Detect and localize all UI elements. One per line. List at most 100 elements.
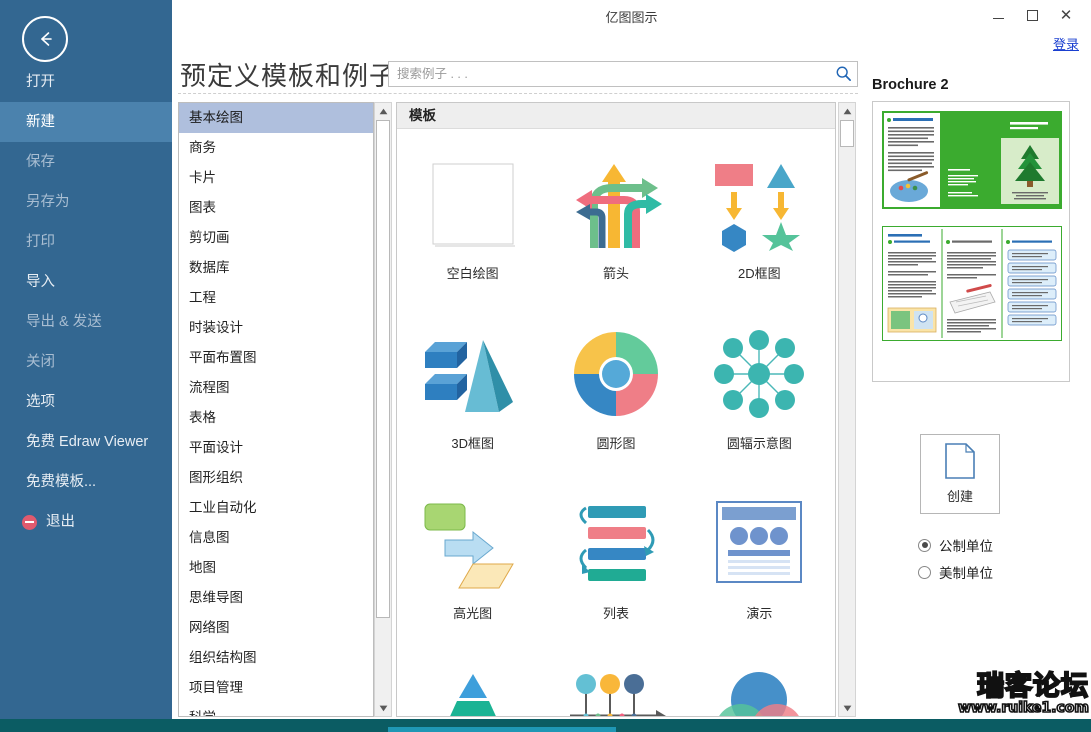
template-card-timeline[interactable] (544, 647, 687, 716)
template-label: 圆辐示意图 (726, 436, 792, 451)
category-list-scrollbar[interactable] (374, 102, 392, 717)
circular-chart-thumb (561, 319, 671, 429)
template-label: 空白绘图 (446, 266, 499, 281)
back-arrow-icon[interactable] (22, 16, 68, 62)
presentation-thumb (704, 489, 814, 599)
template-label: 3D框图 (451, 436, 494, 451)
list-thumb (561, 489, 671, 599)
sidebar-item-open[interactable]: 打开 (0, 62, 172, 102)
arrows-thumb (561, 149, 671, 259)
template-card-blank-drawing[interactable]: 空白绘图 (401, 137, 544, 307)
sidebar-item-print[interactable]: 打印 (0, 222, 172, 262)
category-label: 平面布置图 (189, 350, 257, 365)
scrollbar-thumb[interactable] (376, 120, 390, 618)
category-item-mind-map[interactable]: 思维导图 (179, 583, 373, 613)
category-label: 基本绘图 (189, 110, 243, 125)
preview-title: Brochure 2 (872, 77, 949, 93)
sidebar-item-free-edraw-viewer[interactable]: 免费 Edraw Viewer (0, 422, 172, 462)
unit-option-label: 公制单位 (939, 539, 993, 554)
category-item-graphic-organizer[interactable]: 图形组织 (179, 463, 373, 493)
sidebar-item-label: 免费模板... (26, 474, 97, 490)
minimize-button[interactable] (981, 1, 1015, 29)
category-label: 图形组织 (189, 470, 243, 485)
category-item-network-diagram[interactable]: 网络图 (179, 613, 373, 643)
unit-option-metric[interactable]: 公制单位 (918, 535, 993, 555)
unit-option-imperial[interactable]: 美制单位 (918, 562, 993, 582)
search-box[interactable] (388, 61, 858, 87)
template-card-arrows[interactable]: 箭头 (544, 137, 687, 307)
sidebar-item-close[interactable]: 关闭 (0, 342, 172, 382)
template-card-presentation[interactable]: 演示 (688, 477, 831, 647)
close-icon: ✕ (1059, 5, 1073, 24)
template-card-venn[interactable] (688, 647, 831, 716)
category-label: 信息图 (189, 530, 230, 545)
backstage-nav-list: 打开 新建 保存 另存为 打印 导入 导出 & 发送 关闭 选项 免费 Edra… (0, 62, 172, 542)
sidebar-item-import[interactable]: 导入 (0, 262, 172, 302)
maximize-button[interactable] (1015, 1, 1049, 29)
category-item-map[interactable]: 地图 (179, 553, 373, 583)
window-controls: ✕ (981, 0, 1083, 30)
template-card-3d-block[interactable]: 3D框图 (401, 307, 544, 477)
category-item-project-management[interactable]: 项目管理 (179, 673, 373, 703)
template-card-radial-diagram[interactable]: 圆辐示意图 (688, 307, 831, 477)
login-link[interactable]: 登录 (1053, 34, 1079, 53)
scrollbar-thumb[interactable] (840, 120, 854, 147)
template-label: 演示 (746, 606, 773, 621)
category-item-science[interactable]: 科学 (179, 703, 373, 716)
timeline-thumb (561, 659, 671, 716)
category-item-floor-plan[interactable]: 平面布置图 (179, 343, 373, 373)
create-button[interactable]: 创建 (920, 434, 1000, 514)
sidebar-item-save[interactable]: 保存 (0, 142, 172, 182)
page-title: 预定义模板和例子 (180, 61, 397, 91)
scroll-down-arrow-icon[interactable] (375, 700, 391, 716)
category-item-infographic[interactable]: 信息图 (179, 523, 373, 553)
sidebar-item-label: 另存为 (26, 194, 70, 210)
title-bar: 亿图图示 ✕ (172, 0, 1091, 30)
search-input[interactable] (395, 62, 825, 86)
category-item-graphic-design[interactable]: 平面设计 (179, 433, 373, 463)
category-item-chart[interactable]: 图表 (179, 193, 373, 223)
template-label: 箭头 (602, 266, 629, 281)
category-item-fashion-design[interactable]: 时装设计 (179, 313, 373, 343)
category-list[interactable]: 基本绘图 商务 卡片 图表 剪切画 数据库 工程 时装设计 平面布置图 流程图 … (178, 102, 374, 717)
venn-thumb (704, 659, 814, 716)
scroll-up-arrow-icon[interactable] (839, 103, 855, 119)
category-item-card[interactable]: 卡片 (179, 163, 373, 193)
search-icon[interactable] (835, 65, 852, 87)
sidebar-item-new[interactable]: 新建 (0, 102, 172, 142)
category-item-flowchart[interactable]: 流程图 (179, 373, 373, 403)
sidebar-item-free-templates[interactable]: 免费模板... (0, 462, 172, 502)
category-item-form[interactable]: 表格 (179, 403, 373, 433)
sidebar-item-save-as[interactable]: 另存为 (0, 182, 172, 222)
template-card-2d-block[interactable]: 2D框图 (688, 137, 831, 307)
templates-grid: 空白绘图 箭头 2D框图 3D框图 圆形图 圆辐示意图 高光图 列表 演示 (397, 129, 835, 716)
category-item-org-chart[interactable]: 组织结构图 (179, 643, 373, 673)
category-label: 流程图 (189, 380, 230, 395)
category-item-clipart[interactable]: 剪切画 (179, 223, 373, 253)
template-card-highlight-diagram[interactable]: 高光图 (401, 477, 544, 647)
highlight-diagram-thumb (418, 489, 528, 599)
category-item-basic-drawing[interactable]: 基本绘图 (179, 103, 373, 133)
sidebar-item-options[interactable]: 选项 (0, 382, 172, 422)
template-card-list[interactable]: 列表 (544, 477, 687, 647)
scroll-down-arrow-icon[interactable] (839, 700, 855, 716)
block-3d-thumb (418, 319, 528, 429)
close-button[interactable]: ✕ (1049, 1, 1083, 29)
template-card-circular-chart[interactable]: 圆形图 (544, 307, 687, 477)
category-item-database[interactable]: 数据库 (179, 253, 373, 283)
templates-scrollbar[interactable] (838, 102, 856, 717)
category-item-industrial-automation[interactable]: 工业自动化 (179, 493, 373, 523)
create-label: 创建 (946, 489, 973, 504)
templates-panel: 模板 空白绘图 箭头 2D框图 3D框图 圆形图 圆辐示意图 高光图 列表 演示 (396, 102, 836, 717)
category-item-engineering[interactable]: 工程 (179, 283, 373, 313)
sidebar-item-label: 导出 & 发送 (26, 314, 102, 330)
category-item-business[interactable]: 商务 (179, 133, 373, 163)
template-card-pyramid[interactable] (401, 647, 544, 716)
template-label: 圆形图 (596, 436, 636, 451)
sidebar-item-label: 保存 (26, 154, 55, 170)
scroll-up-arrow-icon[interactable] (375, 103, 391, 119)
header-divider (178, 93, 858, 94)
sidebar-item-export-send[interactable]: 导出 & 发送 (0, 302, 172, 342)
sidebar-item-exit[interactable]: 退出 (0, 502, 172, 542)
template-label: 高光图 (453, 606, 493, 621)
